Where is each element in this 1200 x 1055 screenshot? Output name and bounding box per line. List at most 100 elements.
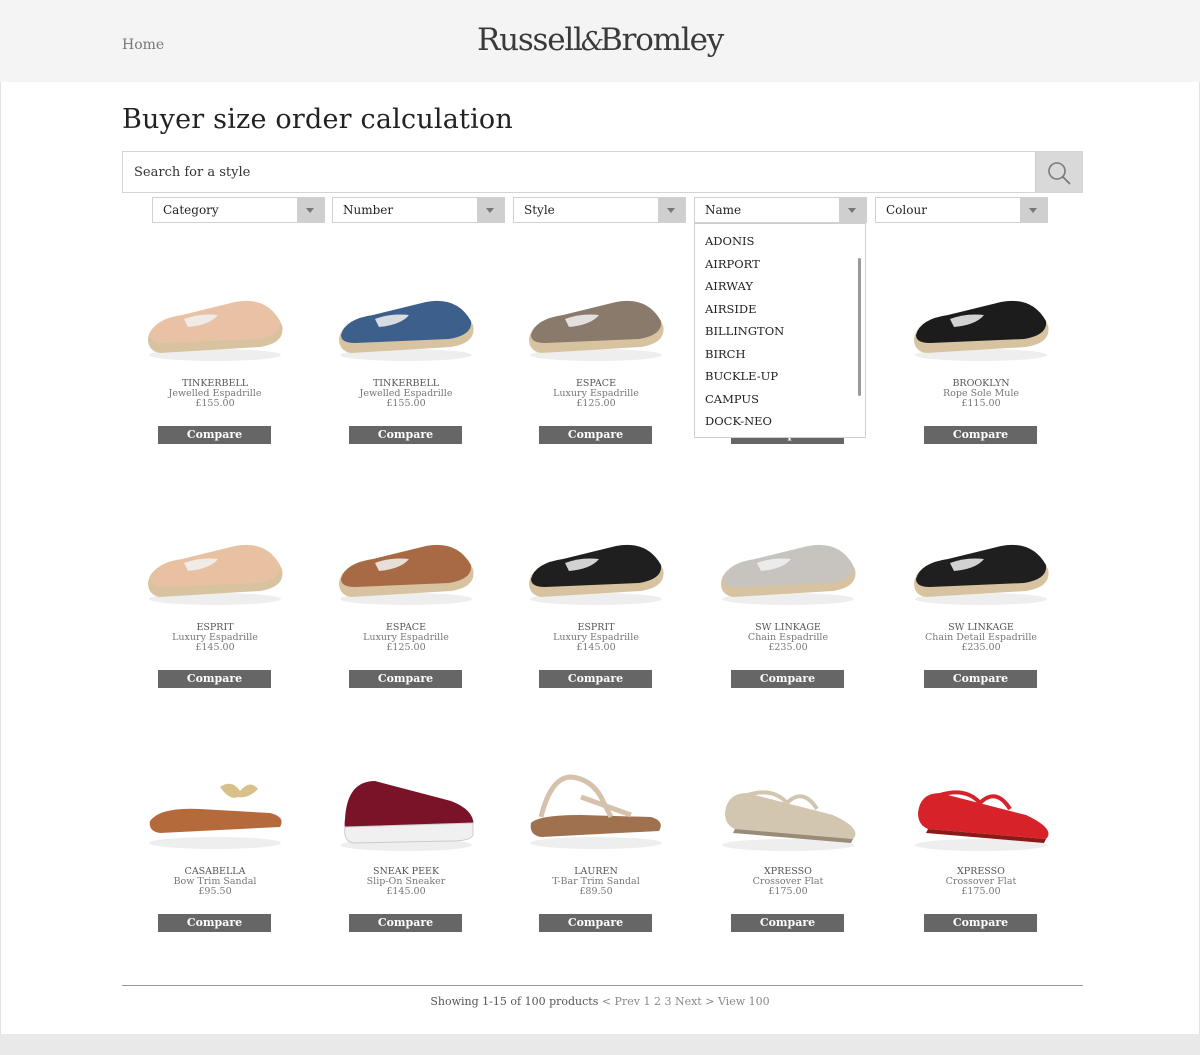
- search-input[interactable]: [123, 152, 1036, 192]
- product-card[interactable]: SW LINKAGE Chain Espadrille £235.00 Compare: [713, 513, 863, 753]
- name-dropdown-menu: ADONIS AIRPORT AIRWAY AIRSIDE BILLINGTON…: [694, 223, 866, 438]
- compare-button[interactable]: Compare: [349, 914, 462, 932]
- product-price: £235.00: [768, 642, 808, 653]
- product-card[interactable]: ESPRIT Luxury Espadrille £145.00 Compare: [140, 513, 290, 753]
- compare-button[interactable]: Compare: [539, 670, 652, 688]
- page-title: Buyer size order calculation: [122, 104, 513, 135]
- shoe-image[interactable]: [521, 269, 671, 369]
- chevron-down-icon: [658, 198, 685, 222]
- product-card[interactable]: BROOKLYN Rope Sole Mule £115.00 Compare: [906, 269, 1056, 509]
- shoe-image[interactable]: [906, 513, 1056, 613]
- dropdown-option[interactable]: AIRSIDE: [695, 300, 865, 323]
- page-link-1[interactable]: 1: [643, 995, 650, 1008]
- filter-label: Number: [343, 203, 394, 217]
- product-card[interactable]: TINKERBELL Jewelled Espadrille £155.00 Comp…: [331, 269, 481, 509]
- search-icon: [1048, 162, 1071, 185]
- dropdown-option[interactable]: DOCK-NEO: [695, 412, 865, 435]
- product-card[interactable]: ESPACE Luxury Espadrille £125.00 Compare: [521, 269, 671, 509]
- compare-button[interactable]: Compare: [731, 914, 844, 932]
- chevron-down-icon: [477, 198, 504, 222]
- product-price: £175.00: [768, 886, 808, 897]
- filter-colour[interactable]: Colour: [875, 197, 1048, 223]
- dropdown-scrollbar[interactable]: [858, 258, 861, 396]
- product-card[interactable]: XPRESSO Crossover Flat £175.00 Compare: [713, 757, 863, 997]
- shoe-image[interactable]: [140, 269, 290, 369]
- product-price: £95.50: [198, 886, 232, 897]
- filter-label: Colour: [886, 203, 927, 217]
- product-price: £155.00: [195, 398, 235, 409]
- shoe-image[interactable]: [331, 269, 481, 369]
- product-price: £125.00: [576, 398, 616, 409]
- view-100-link[interactable]: View 100: [718, 995, 770, 1008]
- compare-button[interactable]: Compare: [731, 670, 844, 688]
- dropdown-option[interactable]: BIRCH: [695, 345, 865, 368]
- filter-number[interactable]: Number: [332, 197, 505, 223]
- shoe-image[interactable]: [140, 757, 290, 857]
- filter-name[interactable]: Name: [694, 197, 867, 223]
- product-price: £89.50: [579, 886, 613, 897]
- shoe-image[interactable]: [140, 513, 290, 613]
- shoe-image[interactable]: [521, 513, 671, 613]
- compare-button[interactable]: Compare: [924, 426, 1037, 444]
- product-card[interactable]: ESPACE Luxury Espadrille £125.00 Compare: [331, 513, 481, 753]
- shoe-image[interactable]: [331, 513, 481, 613]
- pagination: Showing 1-15 of 100 products < Prev 1 2 …: [0, 995, 1200, 1008]
- compare-button[interactable]: Compare: [349, 670, 462, 688]
- product-price: £175.00: [961, 886, 1001, 897]
- dropdown-option[interactable]: BILLINGTON: [695, 322, 865, 345]
- search-bar: [122, 151, 1083, 193]
- compare-button[interactable]: Compare: [924, 670, 1037, 688]
- compare-button[interactable]: Compare: [539, 914, 652, 932]
- dropdown-option[interactable]: AIRWAY: [695, 277, 865, 300]
- product-price: £145.00: [386, 886, 426, 897]
- divider: [122, 985, 1083, 986]
- search-button[interactable]: [1035, 152, 1082, 192]
- chevron-down-icon: [297, 198, 324, 222]
- filter-label: Style: [524, 203, 555, 217]
- dropdown-option[interactable]: ADONIS: [695, 232, 865, 255]
- dropdown-option[interactable]: CAMPUS: [695, 390, 865, 413]
- results-count: Showing 1-15 of 100 products: [430, 995, 599, 1008]
- compare-button[interactable]: Compare: [349, 426, 462, 444]
- page-link-2[interactable]: 2: [654, 995, 661, 1008]
- product-card[interactable]: ESPRIT Luxury Espadrille £145.00 Compare: [521, 513, 671, 753]
- product-card[interactable]: SNEAK PEEK Slip-On Sneaker £145.00 Compare: [331, 757, 481, 997]
- logo-right: Bromley: [600, 22, 724, 58]
- compare-button[interactable]: Compare: [158, 426, 271, 444]
- filter-label: Category: [163, 203, 219, 217]
- header: Home Russell&Bromley: [0, 0, 1200, 82]
- compare-button[interactable]: Compare: [158, 914, 271, 932]
- compare-button[interactable]: Compare: [539, 426, 652, 444]
- footer-bar: [0, 1034, 1200, 1055]
- shoe-image[interactable]: [331, 757, 481, 857]
- shoe-image[interactable]: [713, 513, 863, 613]
- brand-logo[interactable]: Russell&Bromley: [0, 22, 1200, 58]
- product-card[interactable]: SW LINKAGE Chain Detail Espadrille £235.00…: [906, 513, 1056, 753]
- shoe-image[interactable]: [906, 269, 1056, 369]
- product-price: £125.00: [386, 642, 426, 653]
- chevron-down-icon: [1020, 198, 1047, 222]
- prev-page-link[interactable]: < Prev: [602, 995, 640, 1008]
- page-link-3[interactable]: 3: [664, 995, 671, 1008]
- dropdown-option[interactable]: BUCKLE-UP: [695, 367, 865, 390]
- next-page-link[interactable]: Next >: [675, 995, 714, 1008]
- product-price: £235.00: [961, 642, 1001, 653]
- product-price: £115.00: [961, 398, 1001, 409]
- compare-button[interactable]: Compare: [924, 914, 1037, 932]
- product-card[interactable]: TINKERBELL Jewelled Espadrille £155.00 Comp…: [140, 269, 290, 509]
- compare-button[interactable]: Compare: [158, 670, 271, 688]
- filter-label: Name: [705, 203, 742, 217]
- product-card[interactable]: LAUREN T-Bar Trim Sandal £89.50 Compare: [521, 757, 671, 997]
- product-price: £155.00: [386, 398, 426, 409]
- product-price: £145.00: [195, 642, 235, 653]
- shoe-image[interactable]: [906, 757, 1056, 857]
- filter-style[interactable]: Style: [513, 197, 686, 223]
- dropdown-option[interactable]: AIRPORT: [695, 255, 865, 278]
- product-card[interactable]: CASABELLA Bow Trim Sandal £95.50 Compare: [140, 757, 290, 997]
- logo-ampersand: &: [580, 27, 604, 57]
- product-card[interactable]: XPRESSO Crossover Flat £175.00 Compare: [906, 757, 1056, 997]
- shoe-image[interactable]: [521, 757, 671, 857]
- shoe-image[interactable]: [713, 757, 863, 857]
- filter-category[interactable]: Category: [152, 197, 325, 223]
- logo-left: Russell: [476, 22, 583, 58]
